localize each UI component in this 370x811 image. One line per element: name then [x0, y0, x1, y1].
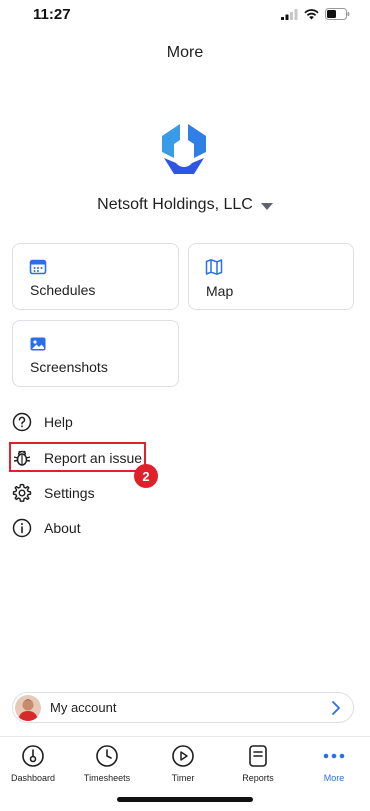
tab-more[interactable]: More: [297, 744, 370, 783]
signal-icon: [281, 8, 298, 20]
report-icon: [246, 744, 270, 768]
status-icons: [281, 8, 350, 20]
play-icon: [171, 744, 195, 768]
organization-name: Netsoft Holdings, LLC: [97, 196, 253, 213]
tab-label: More: [323, 773, 345, 783]
tab-timer[interactable]: Timer: [146, 744, 220, 783]
hubstaff-logo-icon: [162, 124, 206, 174]
my-account-button[interactable]: My account: [12, 692, 354, 723]
info-icon: [12, 518, 32, 538]
card-label: Map: [206, 283, 234, 299]
wifi-icon: [304, 8, 319, 19]
caret-down-icon: [260, 202, 273, 210]
tab-label: Timer: [171, 773, 195, 783]
image-icon: [30, 337, 46, 351]
gear-icon: [12, 483, 32, 503]
map-icon: [205, 259, 223, 275]
card-label: Schedules: [30, 282, 96, 298]
card-label: Screenshots: [30, 359, 108, 375]
tab-reports[interactable]: Reports: [221, 744, 295, 783]
account-label: My account: [50, 700, 117, 715]
home-indicator: [117, 797, 253, 802]
chevron-right-icon: [332, 701, 340, 715]
status-bar: 11:27: [0, 0, 370, 34]
tab-label: Dashboard: [10, 773, 56, 783]
organization-switcher[interactable]: Netsoft Holdings, LLC: [0, 196, 370, 214]
status-time: 11:27: [33, 6, 71, 23]
clock-icon: [95, 744, 119, 768]
menu-item-settings[interactable]: Settings: [12, 481, 95, 505]
tab-timesheets[interactable]: Timesheets: [70, 744, 144, 783]
page-title: More: [166, 44, 204, 61]
menu-item-about[interactable]: About: [12, 516, 81, 540]
tab-label: Reports: [242, 773, 274, 783]
calendar-icon: [29, 259, 47, 275]
battery-icon: [325, 8, 350, 20]
card-screenshots[interactable]: Screenshots: [12, 320, 179, 387]
menu-label: Settings: [44, 485, 95, 501]
card-map[interactable]: Map: [188, 243, 354, 310]
avatar: [15, 694, 41, 721]
menu-item-help[interactable]: Help: [12, 410, 73, 434]
help-icon: [12, 412, 32, 432]
tab-label: Timesheets: [83, 773, 131, 783]
more-dots-icon: [322, 744, 346, 768]
step-badge: 2: [134, 464, 158, 488]
dashboard-icon: [21, 744, 45, 768]
card-schedules[interactable]: Schedules: [12, 243, 179, 310]
menu-label: Help: [44, 414, 73, 430]
tab-dashboard[interactable]: Dashboard: [0, 744, 70, 783]
highlight-box: [9, 442, 146, 472]
menu-label: About: [44, 520, 81, 536]
